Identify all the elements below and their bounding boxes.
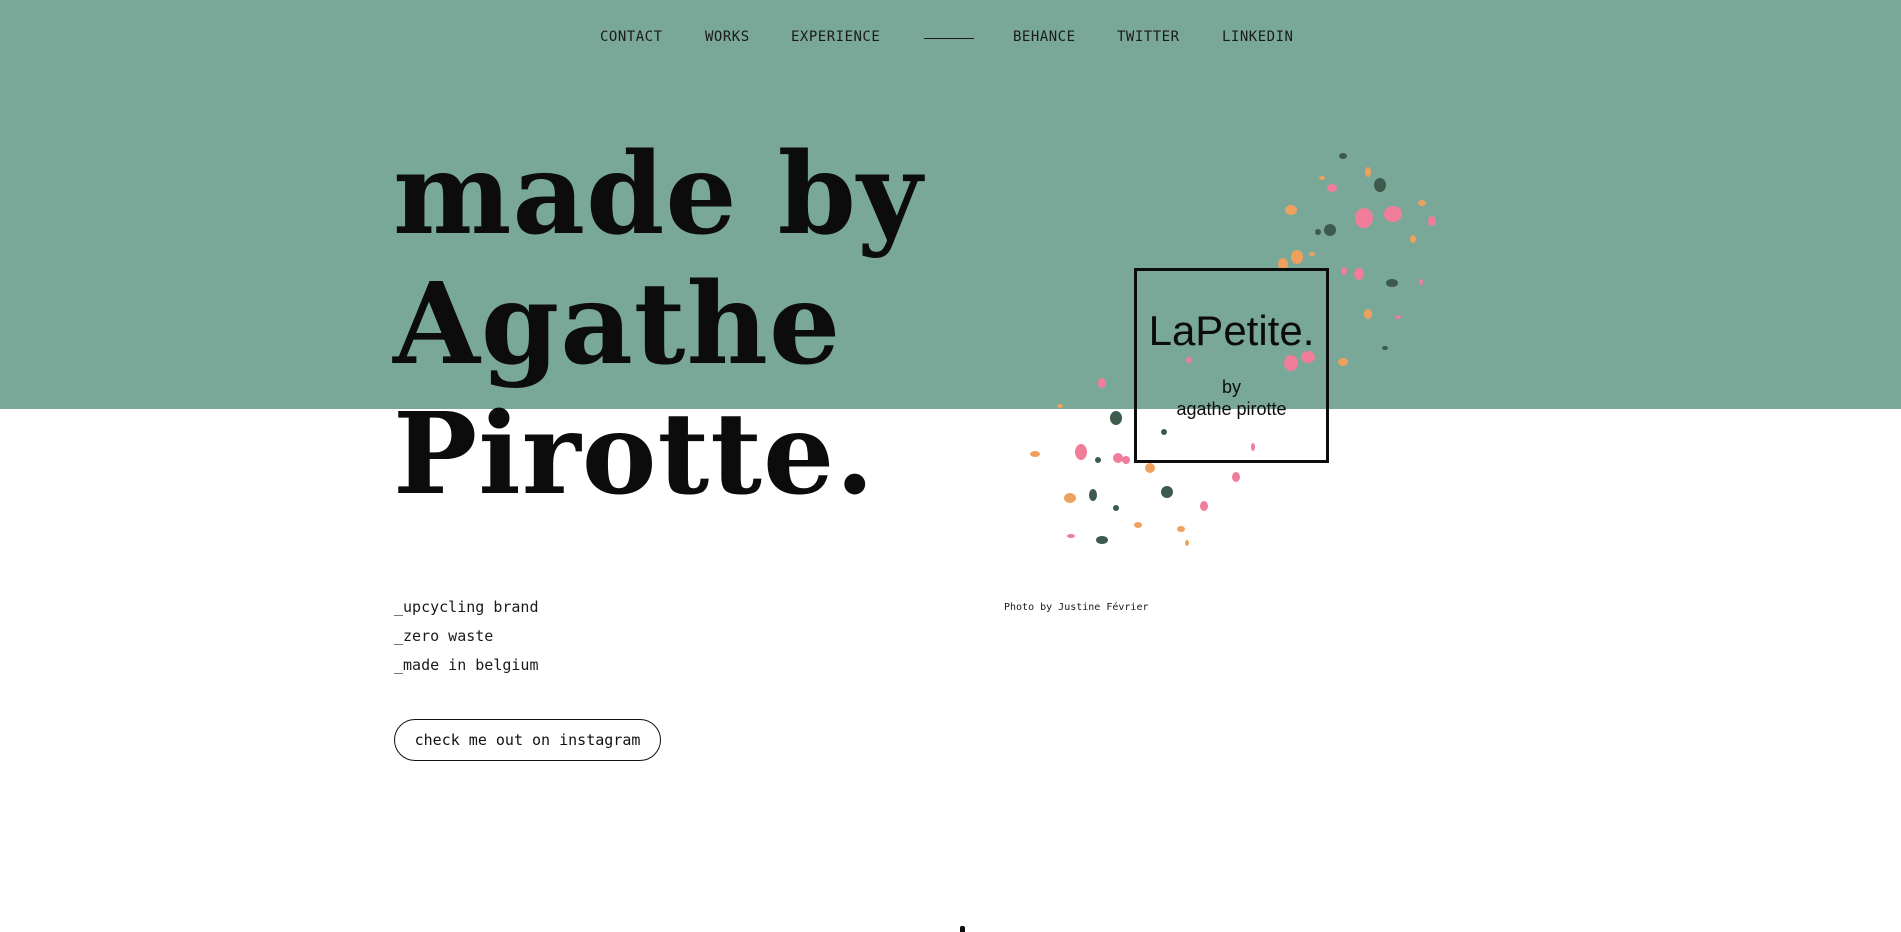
tagline-upcycling: _upcycling brand bbox=[394, 598, 539, 616]
hero-heading: made by Agathe Pirotte. bbox=[393, 130, 923, 520]
nav-link-works[interactable]: WORKS bbox=[705, 29, 750, 45]
nav-separator bbox=[924, 38, 974, 39]
hero-background-band bbox=[0, 0, 1901, 409]
instagram-button[interactable]: check me out on instagram bbox=[394, 719, 661, 761]
tagline-zero-waste: _zero waste bbox=[394, 627, 494, 645]
nav-link-contact[interactable]: CONTACT bbox=[600, 29, 663, 45]
lapetite-logo: LaPetite. by agathe pirotte bbox=[1134, 268, 1329, 463]
nav-link-linkedin[interactable]: LINKEDIN bbox=[1222, 29, 1293, 45]
hero-line-2: Agathe bbox=[393, 259, 842, 390]
top-navigation: CONTACT WORKS EXPERIENCE BEHANCE TWITTER… bbox=[0, 29, 1901, 49]
tagline-made-in-belgium: _made in belgium bbox=[394, 656, 539, 674]
hero-line-3: Pirotte. bbox=[393, 389, 876, 520]
hero-line-1: made by bbox=[393, 129, 924, 260]
nav-link-behance[interactable]: BEHANCE bbox=[1013, 29, 1076, 45]
tagline-list: _upcycling brand _zero waste _made in be… bbox=[394, 593, 539, 680]
photo-credit: Photo by Justine Février bbox=[1004, 602, 1149, 613]
logo-by: by bbox=[1221, 377, 1241, 397]
nav-link-experience[interactable]: EXPERIENCE bbox=[791, 29, 880, 45]
nav-link-twitter[interactable]: TWITTER bbox=[1117, 29, 1180, 45]
logo-name: agathe pirotte bbox=[1176, 399, 1287, 419]
logo-title: LaPetite. bbox=[1148, 307, 1315, 354]
next-section-heading-fragment bbox=[960, 926, 965, 932]
